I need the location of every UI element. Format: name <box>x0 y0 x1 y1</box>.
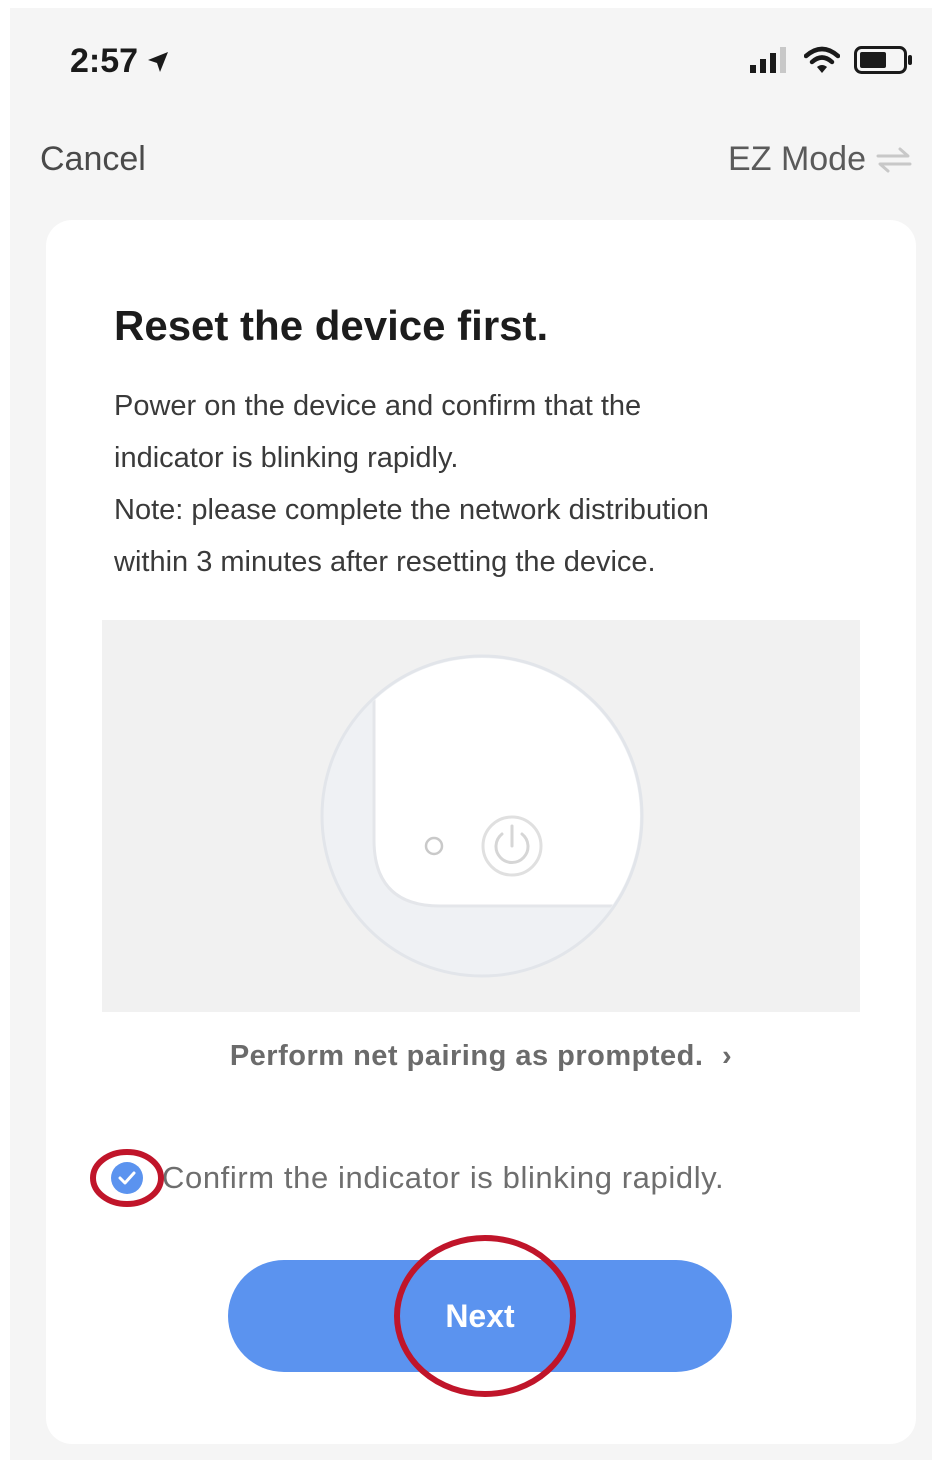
net-pairing-link-text: Perform net pairing as prompted. <box>229 1040 704 1072</box>
card-title: Reset the device first. <box>114 302 549 349</box>
wifi-icon <box>804 46 840 73</box>
reset-instructions-card: Reset the device first. Power on the dev… <box>46 220 916 1444</box>
description-line: indicator is blinking rapidly. <box>114 442 459 474</box>
confirm-label: Confirm the indicator is blinking rapidl… <box>162 1160 725 1195</box>
status-time-text: 2:57 <box>70 42 139 80</box>
confirm-row[interactable]: Confirm the indicator is blinking rapidl… <box>90 1149 725 1207</box>
description-line: within 3 minutes after resetting the dev… <box>114 546 656 578</box>
check-circle-icon <box>111 1162 143 1194</box>
location-arrow-icon <box>148 51 169 72</box>
cellular-signal-icon <box>750 47 786 73</box>
ez-mode-label: EZ Mode <box>728 140 866 178</box>
next-button[interactable]: Next <box>228 1260 732 1372</box>
cancel-button[interactable]: Cancel <box>40 140 146 179</box>
battery-icon <box>854 46 912 74</box>
ez-mode-switch[interactable]: EZ Mode <box>728 140 912 179</box>
card-description: Power on the device and confirm that the… <box>114 380 854 588</box>
status-time: 2:57 <box>70 42 170 81</box>
chevron-right-icon: › <box>722 1040 733 1072</box>
description-line: Note: please complete the network distri… <box>114 494 709 526</box>
next-button-label: Next <box>445 1297 515 1334</box>
device-illustration <box>102 620 860 1012</box>
net-pairing-link[interactable]: Perform net pairing as prompted. › <box>46 1040 916 1073</box>
device-illustration-graphic <box>320 654 644 978</box>
switch-arrows-icon <box>876 147 912 172</box>
description-line: Power on the device and confirm that the <box>114 390 642 422</box>
status-icons <box>750 46 914 74</box>
app-screen: 2:57 Cancel EZ Mode Reset the device fir… <box>10 8 932 1460</box>
confirm-checkbox[interactable] <box>90 1149 164 1207</box>
